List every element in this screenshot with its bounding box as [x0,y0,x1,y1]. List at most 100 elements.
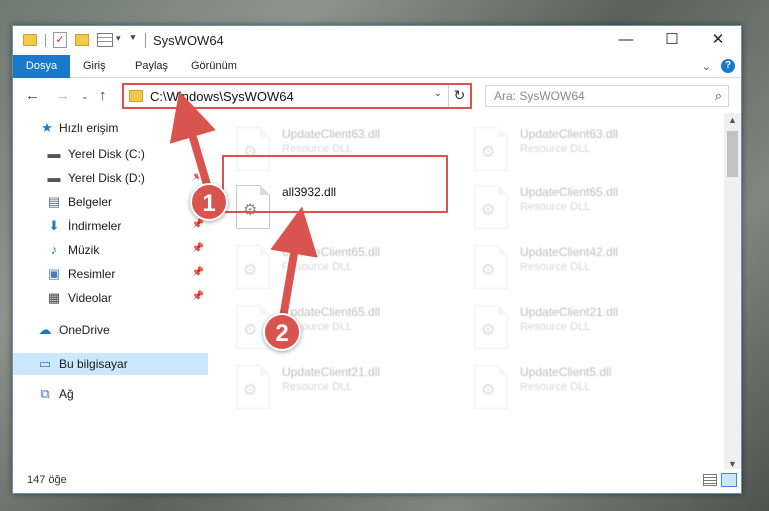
navigation-bar: ← → ⌄ ↑ C:\Windows\SysWOW64 ⌄ ↻ Ara: Sys… [13,79,741,113]
file-name: UpdateClient42.dll [520,245,619,259]
back-button[interactable]: ← [25,87,40,104]
search-icon[interactable]: ⌕ [715,88,722,104]
sidebar-item-label: Videolar [68,291,112,305]
sidebar-item-downloads[interactable]: ⬇ İndirmeler 📌 [13,215,208,237]
large-icons-view-icon[interactable] [721,473,737,487]
sidebar-item-documents[interactable]: ▤ Belgeler 📌 [13,191,208,213]
sidebar-item-network[interactable]: ⧉ Ağ [13,383,208,405]
sidebar-item-disk-c[interactable]: ▬ Yerel Disk (C:) 📌 [13,143,208,165]
sidebar-item-label: Müzik [68,243,100,257]
pin-icon[interactable]: 📌 [192,243,204,254]
sidebar-item-label: Belgeler [68,195,113,209]
file-item[interactable]: ⚙ UpdateClient21.dll Resource DLL [448,299,676,353]
tab-view[interactable]: Görünüm [191,55,237,78]
star-icon: ★ [41,120,53,135]
sidebar-item-this-pc[interactable]: ▭ Bu bilgisayar [13,353,208,375]
pin-icon[interactable]: 📌 [192,267,204,278]
sidebar-item-label: İndirmeler [68,219,122,233]
minimize-button[interactable]: — [603,26,649,55]
ribbon-tabs: Dosya Giriş Paylaş Görünüm ⌄ ? [13,55,741,78]
chevron-down-icon[interactable]: ▾ [116,33,121,44]
folder-icon[interactable] [23,34,37,46]
scroll-up-icon[interactable]: ▲ [728,115,737,125]
dll-file-icon: ⚙ [236,245,270,289]
navigation-pane: ★ Hızlı erişim ▬ Yerel Disk (C:) 📌 ▬ Yer… [13,113,210,471]
tab-home[interactable]: Giriş [83,55,106,78]
file-name: UpdateClient5.dll [520,365,612,379]
scroll-down-icon[interactable]: ▼ [728,459,737,469]
file-item[interactable]: ⚙ UpdateClient5.dll Resource DLL [448,359,676,413]
address-path[interactable]: C:\Windows\SysWOW64 [150,89,294,104]
properties-check-icon[interactable]: ✓ [53,32,67,48]
sidebar-item-label: Ağ [59,387,74,401]
close-button[interactable]: ✕ [695,26,741,55]
dll-file-icon: ⚙ [474,127,508,171]
chevron-down-icon[interactable]: ⌄ [434,88,442,99]
status-bar: 147 öğe [13,469,741,493]
dll-file-icon: ⚙ [236,365,270,409]
pin-icon[interactable]: 📌 [192,171,204,182]
customize-toolbar-icon[interactable]: ⯆ [129,33,137,44]
sidebar-item-disk-d[interactable]: ▬ Yerel Disk (D:) 📌 [13,167,208,189]
scrollbar-thumb[interactable] [727,131,738,177]
sidebar-item-music[interactable]: ♪ Müzik 📌 [13,239,208,261]
sidebar-item-label: Hızlı erişim [59,121,119,135]
download-icon: ⬇ [48,218,60,233]
forward-button[interactable]: → [55,87,70,104]
window-title: SysWOW64 [153,33,224,48]
item-count: 147 öğe [27,474,67,486]
refresh-button[interactable]: ↻ [448,85,470,107]
help-icon[interactable]: ? [721,59,735,73]
dll-file-icon: ⚙ [474,305,508,349]
file-item[interactable]: ⚙ UpdateClient65.dll Resource DLL [448,179,676,233]
pin-icon[interactable]: 📌 [192,147,204,158]
dll-file-icon: ⚙ [474,365,508,409]
recent-locations-icon[interactable]: ⌄ [81,91,89,102]
pin-icon[interactable]: 📌 [192,291,204,302]
file-name: UpdateClient65.dll [520,185,619,199]
step-2-badge: 2 [263,313,301,351]
sidebar-item-label: Yerel Disk (C:) [68,147,145,161]
file-item[interactable]: ⚙ UpdateClient63.dll Resource DLL [448,121,676,175]
folder-icon [129,90,143,102]
drive-icon: ▬ [47,170,61,185]
pin-icon[interactable]: 📌 [192,219,204,230]
vertical-scrollbar[interactable]: ▲ ▼ [724,113,741,471]
file-name: UpdateClient65.dll [282,245,381,259]
file-type: Resource DLL [520,143,591,155]
up-button[interactable]: ↑ [99,87,107,104]
file-highlight-box [222,155,448,213]
tab-share[interactable]: Paylaş [135,55,168,78]
sidebar-item-videos[interactable]: ▦ Videolar 📌 [13,287,208,309]
step-1-badge: 1 [190,183,228,221]
sidebar-item-quick-access[interactable]: ★ Hızlı erişim [13,117,208,139]
network-icon: ⧉ [40,386,50,401]
file-item[interactable]: ⚙ UpdateClient65.dll Resource DLL [210,299,438,353]
computer-icon: ▭ [38,356,52,371]
address-bar[interactable]: C:\Windows\SysWOW64 ⌄ ↻ [122,83,472,109]
file-type: Resource DLL [520,201,591,213]
search-placeholder: Ara: SysWOW64 [494,89,585,103]
file-type: Resource DLL [282,381,353,393]
file-type: Resource DLL [282,143,353,155]
search-input[interactable]: Ara: SysWOW64 ⌕ [485,85,729,107]
cloud-icon: ☁ [38,322,52,337]
file-name: UpdateClient63.dll [282,127,381,141]
maximize-button[interactable]: ☐ [649,26,695,55]
sidebar-item-label: Bu bilgisayar [59,357,128,371]
divider [145,33,146,48]
sidebar-item-pictures[interactable]: ▣ Resimler 📌 [13,263,208,285]
title-bar: ✓ ▾ ⯆ SysWOW64 — ☐ ✕ [13,26,741,55]
new-folder-icon[interactable] [75,34,89,46]
tab-file[interactable]: Dosya [13,55,70,78]
file-type: Resource DLL [520,261,591,273]
details-view-icon[interactable] [703,474,717,486]
file-type: Resource DLL [520,321,591,333]
file-item[interactable]: ⚙ UpdateClient65.dll Resource DLL [210,239,438,293]
file-item[interactable]: ⚙ UpdateClient21.dll Resource DLL [210,359,438,413]
documents-icon: ▤ [47,194,61,209]
file-item[interactable]: ⚙ UpdateClient42.dll Resource DLL [448,239,676,293]
expand-ribbon-icon[interactable]: ⌄ [702,60,711,73]
properties-icon[interactable] [97,33,113,47]
sidebar-item-onedrive[interactable]: ☁ OneDrive [13,319,208,341]
